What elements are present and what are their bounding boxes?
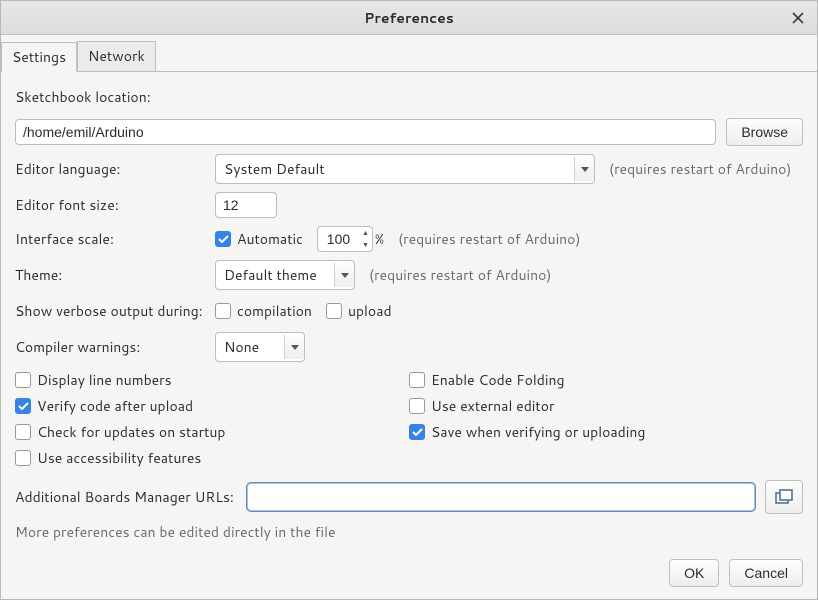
- checkbox-icon: [15, 424, 31, 440]
- settings-panel: Sketchbook location: Browse Editor langu…: [1, 72, 817, 549]
- sketchbook-label-row: Sketchbook location:: [15, 84, 803, 110]
- verbose-label: Show verbose output during:: [15, 301, 215, 321]
- options-col-left: Display line numbers Verify code after u…: [15, 370, 409, 468]
- checkbox-checked-icon: [215, 231, 231, 247]
- urls-row: Additional Boards Manager URLs:: [15, 480, 803, 514]
- new-window-icon: [775, 489, 793, 505]
- check-for-updates-checkbox[interactable]: Check for updates on startup: [15, 422, 409, 442]
- chevron-up-icon: ▲: [359, 227, 372, 239]
- use-accessibility-checkbox[interactable]: Use accessibility features: [15, 448, 409, 468]
- options-col-right: Enable Code Folding Use external editor …: [409, 370, 803, 468]
- tab-network[interactable]: Network: [77, 41, 156, 71]
- use-external-editor-checkbox[interactable]: Use external editor: [409, 396, 803, 416]
- tab-row: Settings Network: [1, 41, 817, 72]
- warnings-value: None: [216, 333, 284, 361]
- verbose-row: Show verbose output during: compilation …: [15, 298, 803, 324]
- use-external-editor-label: Use external editor: [431, 396, 554, 416]
- save-when-verifying-checkbox[interactable]: Save when verifying or uploading: [409, 422, 803, 442]
- scale-automatic-checkbox[interactable]: Automatic: [215, 229, 303, 249]
- theme-hint: (requires restart of Arduino): [369, 265, 551, 285]
- fontsize-label: Editor font size:: [15, 195, 215, 215]
- checkbox-icon: [409, 372, 425, 388]
- chevron-down-icon: [284, 335, 304, 359]
- chevron-down-icon: [574, 157, 594, 181]
- enable-code-folding-label: Enable Code Folding: [431, 370, 565, 390]
- cancel-button[interactable]: Cancel: [729, 559, 803, 587]
- fontsize-input[interactable]: [215, 192, 277, 218]
- tab-settings[interactable]: Settings: [1, 42, 77, 72]
- fontsize-row: Editor font size:: [15, 192, 803, 218]
- check-for-updates-label: Check for updates on startup: [37, 422, 225, 442]
- browse-button[interactable]: Browse: [726, 118, 803, 146]
- scale-value-input[interactable]: [317, 226, 359, 252]
- chevron-down-icon: ▼: [359, 239, 372, 251]
- checkbox-icon: [215, 303, 231, 319]
- footer-hint-1: More preferences can be edited directly …: [15, 522, 803, 542]
- use-accessibility-label: Use accessibility features: [37, 448, 201, 468]
- language-row: Editor language: System Default (require…: [15, 154, 803, 184]
- theme-label: Theme:: [15, 265, 215, 285]
- display-line-numbers-checkbox[interactable]: Display line numbers: [15, 370, 409, 390]
- checkbox-icon: [326, 303, 342, 319]
- sketchbook-row: Browse: [15, 118, 803, 146]
- checkbox-icon: [15, 450, 31, 466]
- sketchbook-path-input[interactable]: [15, 119, 716, 145]
- verbose-upload-label: upload: [348, 301, 392, 321]
- verbose-compilation-label: compilation: [237, 301, 312, 321]
- sketchbook-label: Sketchbook location:: [15, 87, 151, 107]
- scale-label: Interface scale:: [15, 229, 215, 249]
- language-select[interactable]: System Default: [215, 154, 595, 184]
- ok-button[interactable]: OK: [669, 559, 719, 587]
- close-icon: [792, 12, 804, 24]
- additional-urls-input[interactable]: [247, 483, 755, 511]
- verify-after-upload-label: Verify code after upload: [37, 396, 193, 416]
- verify-after-upload-checkbox[interactable]: Verify code after upload: [15, 396, 409, 416]
- scale-row: Interface scale: Automatic ▲ ▼ % (requir…: [15, 226, 803, 252]
- save-when-verifying-label: Save when verifying or uploading: [431, 422, 645, 442]
- enable-code-folding-checkbox[interactable]: Enable Code Folding: [409, 370, 803, 390]
- scale-percent: %: [375, 229, 384, 249]
- button-bar: OK Cancel: [1, 549, 817, 599]
- language-value: System Default: [216, 155, 574, 183]
- warnings-row: Compiler warnings: None: [15, 332, 803, 362]
- display-line-numbers-label: Display line numbers: [37, 370, 172, 390]
- checkbox-checked-icon: [15, 398, 31, 414]
- preferences-window: Preferences Settings Network Sketchbook …: [0, 0, 818, 600]
- titlebar: Preferences: [1, 1, 817, 35]
- theme-row: Theme: Default theme (requires restart o…: [15, 260, 803, 290]
- checkbox-icon: [409, 398, 425, 414]
- options-grid: Display line numbers Verify code after u…: [15, 370, 803, 468]
- theme-value: Default theme: [216, 261, 334, 289]
- verbose-upload-checkbox[interactable]: upload: [326, 301, 392, 321]
- checkbox-icon: [15, 372, 31, 388]
- theme-select[interactable]: Default theme: [215, 260, 355, 290]
- window-title: Preferences: [364, 8, 454, 28]
- warnings-label: Compiler warnings:: [15, 337, 215, 357]
- verbose-compilation-checkbox[interactable]: compilation: [215, 301, 312, 321]
- spinner-buttons[interactable]: ▲ ▼: [359, 226, 373, 252]
- scale-spinner[interactable]: ▲ ▼: [317, 226, 373, 252]
- language-label: Editor language:: [15, 159, 215, 179]
- close-button[interactable]: [787, 7, 809, 29]
- checkbox-checked-icon: [409, 424, 425, 440]
- manage-urls-button[interactable]: [765, 480, 803, 514]
- warnings-select[interactable]: None: [215, 332, 305, 362]
- urls-label: Additional Boards Manager URLs:: [15, 487, 247, 507]
- scale-hint: (requires restart of Arduino): [398, 229, 580, 249]
- scale-automatic-label: Automatic: [237, 229, 303, 249]
- language-hint: (requires restart of Arduino): [609, 159, 791, 179]
- chevron-down-icon: [334, 263, 354, 287]
